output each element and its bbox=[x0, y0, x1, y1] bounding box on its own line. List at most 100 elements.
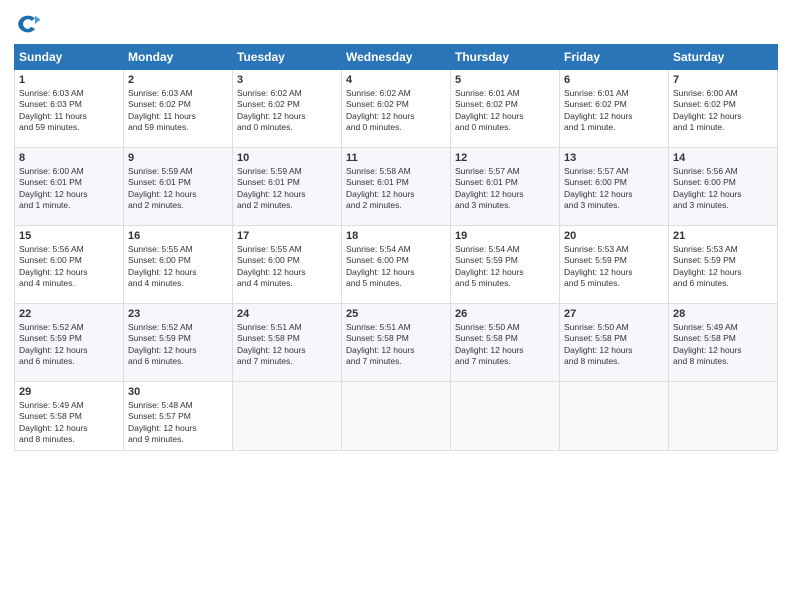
day-number: 20 bbox=[564, 230, 664, 242]
day-number: 14 bbox=[673, 152, 773, 164]
day-number: 27 bbox=[564, 308, 664, 320]
header bbox=[14, 10, 778, 38]
calendar-cell: 29 Sunrise: 5:49 AM Sunset: 5:58 PM Dayli… bbox=[15, 382, 124, 451]
day-number: 18 bbox=[346, 230, 446, 242]
column-header-sunday: Sunday bbox=[15, 45, 124, 70]
calendar-cell: 9 Sunrise: 5:59 AM Sunset: 6:01 PM Daylig… bbox=[124, 148, 233, 226]
calendar-cell: 12 Sunrise: 5:57 AM Sunset: 6:01 PM Dayli… bbox=[451, 148, 560, 226]
calendar-cell: 30 Sunrise: 5:48 AM Sunset: 5:57 PM Dayli… bbox=[124, 382, 233, 451]
day-number: 10 bbox=[237, 152, 337, 164]
calendar-cell: 26 Sunrise: 5:50 AM Sunset: 5:58 PM Dayli… bbox=[451, 304, 560, 382]
day-info: Sunrise: 5:55 AM Sunset: 6:00 PM Dayligh… bbox=[237, 244, 337, 290]
day-number: 24 bbox=[237, 308, 337, 320]
day-number: 28 bbox=[673, 308, 773, 320]
day-info: Sunrise: 5:48 AM Sunset: 5:57 PM Dayligh… bbox=[128, 400, 228, 446]
calendar-cell: 28 Sunrise: 5:49 AM Sunset: 5:58 PM Dayli… bbox=[669, 304, 778, 382]
day-info: Sunrise: 6:02 AM Sunset: 6:02 PM Dayligh… bbox=[237, 88, 337, 134]
logo bbox=[14, 10, 46, 38]
day-info: Sunrise: 5:49 AM Sunset: 5:58 PM Dayligh… bbox=[673, 322, 773, 368]
day-number: 23 bbox=[128, 308, 228, 320]
day-info: Sunrise: 5:52 AM Sunset: 5:59 PM Dayligh… bbox=[19, 322, 119, 368]
day-number: 12 bbox=[455, 152, 555, 164]
calendar-cell: 7 Sunrise: 6:00 AM Sunset: 6:02 PM Daylig… bbox=[669, 70, 778, 148]
calendar-cell: 24Sunrise: 5:51 AM Sunset: 5:58 PM Dayli… bbox=[233, 304, 342, 382]
day-info: Sunrise: 5:53 AM Sunset: 5:59 PM Dayligh… bbox=[673, 244, 773, 290]
day-number: 30 bbox=[128, 386, 228, 398]
calendar-cell: 5 Sunrise: 6:01 AM Sunset: 6:02 PM Daylig… bbox=[451, 70, 560, 148]
calendar-cell: 27 Sunrise: 5:50 AM Sunset: 5:58 PM Dayli… bbox=[560, 304, 669, 382]
day-info: Sunrise: 5:51 AM Sunset: 5:58 PM Dayligh… bbox=[346, 322, 446, 368]
calendar-cell: 6 Sunrise: 6:01 AM Sunset: 6:02 PM Daylig… bbox=[560, 70, 669, 148]
day-info: Sunrise: 5:55 AM Sunset: 6:00 PM Dayligh… bbox=[128, 244, 228, 290]
day-info: Sunrise: 5:58 AM Sunset: 6:01 PM Dayligh… bbox=[346, 166, 446, 212]
calendar-cell: 1 Sunrise: 6:03 AM Sunset: 6:03 PM Daylig… bbox=[15, 70, 124, 148]
day-number: 19 bbox=[455, 230, 555, 242]
calendar-cell: 8Sunrise: 6:00 AM Sunset: 6:01 PM Daylig… bbox=[15, 148, 124, 226]
calendar-cell: 4 Sunrise: 6:02 AM Sunset: 6:02 PM Daylig… bbox=[342, 70, 451, 148]
day-number: 1 bbox=[19, 74, 119, 86]
day-number: 29 bbox=[19, 386, 119, 398]
day-number: 9 bbox=[128, 152, 228, 164]
day-number: 16 bbox=[128, 230, 228, 242]
day-info: Sunrise: 6:02 AM Sunset: 6:02 PM Dayligh… bbox=[346, 88, 446, 134]
calendar-cell: 15Sunrise: 5:56 AM Sunset: 6:00 PM Dayli… bbox=[15, 226, 124, 304]
day-number: 5 bbox=[455, 74, 555, 86]
calendar-cell bbox=[451, 382, 560, 451]
page: SundayMondayTuesdayWednesdayThursdayFrid… bbox=[0, 0, 792, 612]
calendar-cell bbox=[669, 382, 778, 451]
day-number: 3 bbox=[237, 74, 337, 86]
day-number: 11 bbox=[346, 152, 446, 164]
column-header-wednesday: Wednesday bbox=[342, 45, 451, 70]
calendar-cell: 13 Sunrise: 5:57 AM Sunset: 6:00 PM Dayli… bbox=[560, 148, 669, 226]
day-info: Sunrise: 6:01 AM Sunset: 6:02 PM Dayligh… bbox=[564, 88, 664, 134]
calendar-cell: 10 Sunrise: 5:59 AM Sunset: 6:01 PM Dayli… bbox=[233, 148, 342, 226]
day-info: Sunrise: 5:49 AM Sunset: 5:58 PM Dayligh… bbox=[19, 400, 119, 446]
day-info: Sunrise: 6:03 AM Sunset: 6:02 PM Dayligh… bbox=[128, 88, 228, 134]
day-info: Sunrise: 5:56 AM Sunset: 6:00 PM Dayligh… bbox=[19, 244, 119, 290]
column-header-friday: Friday bbox=[560, 45, 669, 70]
day-info: Sunrise: 5:56 AM Sunset: 6:00 PM Dayligh… bbox=[673, 166, 773, 212]
calendar-cell: 18 Sunrise: 5:54 AM Sunset: 6:00 PM Dayli… bbox=[342, 226, 451, 304]
calendar-header-row: SundayMondayTuesdayWednesdayThursdayFrid… bbox=[15, 45, 778, 70]
day-number: 13 bbox=[564, 152, 664, 164]
calendar-cell: 14 Sunrise: 5:56 AM Sunset: 6:00 PM Dayli… bbox=[669, 148, 778, 226]
day-info: Sunrise: 5:57 AM Sunset: 6:00 PM Dayligh… bbox=[564, 166, 664, 212]
calendar-cell: 23 Sunrise: 5:52 AM Sunset: 5:59 PM Dayli… bbox=[124, 304, 233, 382]
day-number: 4 bbox=[346, 74, 446, 86]
day-info: Sunrise: 5:54 AM Sunset: 5:59 PM Dayligh… bbox=[455, 244, 555, 290]
calendar-cell: 19 Sunrise: 5:54 AM Sunset: 5:59 PM Dayli… bbox=[451, 226, 560, 304]
day-number: 6 bbox=[564, 74, 664, 86]
day-info: Sunrise: 5:54 AM Sunset: 6:00 PM Dayligh… bbox=[346, 244, 446, 290]
calendar-table: SundayMondayTuesdayWednesdayThursdayFrid… bbox=[14, 44, 778, 451]
calendar-cell bbox=[560, 382, 669, 451]
day-info: Sunrise: 5:50 AM Sunset: 5:58 PM Dayligh… bbox=[455, 322, 555, 368]
day-info: Sunrise: 6:00 AM Sunset: 6:02 PM Dayligh… bbox=[673, 88, 773, 134]
day-info: Sunrise: 5:50 AM Sunset: 5:58 PM Dayligh… bbox=[564, 322, 664, 368]
day-info: Sunrise: 5:59 AM Sunset: 6:01 PM Dayligh… bbox=[237, 166, 337, 212]
day-info: Sunrise: 5:52 AM Sunset: 5:59 PM Dayligh… bbox=[128, 322, 228, 368]
calendar-cell: 16 Sunrise: 5:55 AM Sunset: 6:00 PM Dayli… bbox=[124, 226, 233, 304]
day-info: Sunrise: 6:03 AM Sunset: 6:03 PM Dayligh… bbox=[19, 88, 119, 134]
calendar-cell: 25 Sunrise: 5:51 AM Sunset: 5:58 PM Dayli… bbox=[342, 304, 451, 382]
calendar-cell: 17 Sunrise: 5:55 AM Sunset: 6:00 PM Dayli… bbox=[233, 226, 342, 304]
calendar-cell bbox=[233, 382, 342, 451]
column-header-saturday: Saturday bbox=[669, 45, 778, 70]
day-number: 17 bbox=[237, 230, 337, 242]
column-header-monday: Monday bbox=[124, 45, 233, 70]
calendar-cell: 20 Sunrise: 5:53 AM Sunset: 5:59 PM Dayli… bbox=[560, 226, 669, 304]
day-number: 7 bbox=[673, 74, 773, 86]
day-number: 26 bbox=[455, 308, 555, 320]
column-header-thursday: Thursday bbox=[451, 45, 560, 70]
calendar-cell bbox=[342, 382, 451, 451]
calendar-cell: 21 Sunrise: 5:53 AM Sunset: 5:59 PM Dayli… bbox=[669, 226, 778, 304]
day-number: 21 bbox=[673, 230, 773, 242]
day-info: Sunrise: 5:59 AM Sunset: 6:01 PM Dayligh… bbox=[128, 166, 228, 212]
calendar-cell: 22Sunrise: 5:52 AM Sunset: 5:59 PM Dayli… bbox=[15, 304, 124, 382]
day-info: Sunrise: 6:01 AM Sunset: 6:02 PM Dayligh… bbox=[455, 88, 555, 134]
day-info: Sunrise: 5:53 AM Sunset: 5:59 PM Dayligh… bbox=[564, 244, 664, 290]
calendar-cell: 11 Sunrise: 5:58 AM Sunset: 6:01 PM Dayli… bbox=[342, 148, 451, 226]
calendar-cell: 2Sunrise: 6:03 AM Sunset: 6:02 PM Daylig… bbox=[124, 70, 233, 148]
day-number: 25 bbox=[346, 308, 446, 320]
column-header-tuesday: Tuesday bbox=[233, 45, 342, 70]
day-info: Sunrise: 5:57 AM Sunset: 6:01 PM Dayligh… bbox=[455, 166, 555, 212]
